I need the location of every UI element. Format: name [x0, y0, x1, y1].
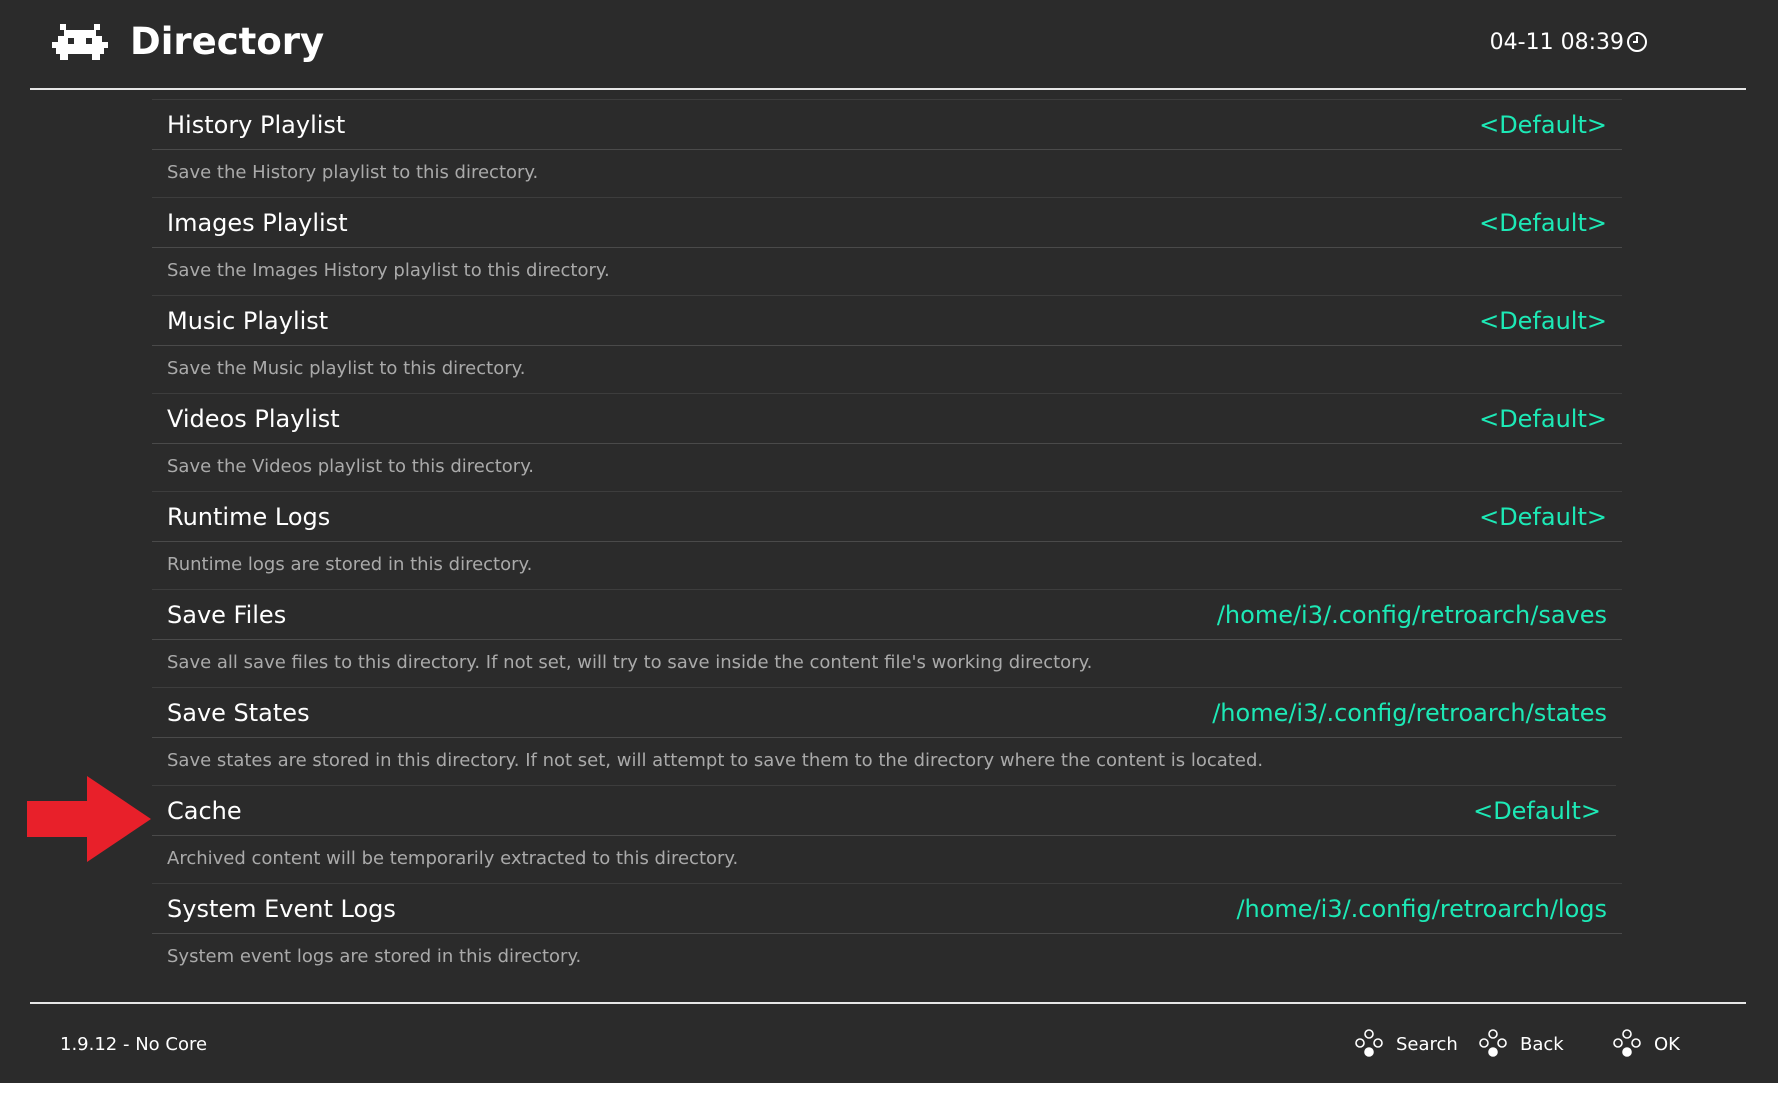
setting-row[interactable]: Save Files/home/i3/.config/retroarch/sav… [152, 589, 1622, 640]
setting-value[interactable]: <Default> [1479, 405, 1607, 433]
setting-description: Save the Videos playlist to this directo… [167, 456, 535, 477]
setting-row[interactable]: Music Playlist <Default> [152, 295, 1622, 346]
setting-label: Music Playlist [167, 307, 329, 335]
hint-ok[interactable]: OK [1612, 1028, 1698, 1058]
setting-value[interactable]: /home/i3/.config/retroarch/states [1212, 699, 1607, 727]
setting-description: Save the Music playlist to this director… [167, 358, 526, 379]
hint-label: OK [1654, 1034, 1680, 1055]
setting-value[interactable]: <Default> [1479, 111, 1607, 139]
settings-list: History Playlist <Default> Save the Histor… [152, 99, 1622, 981]
gamepad-buttons-icon [1613, 1029, 1641, 1057]
setting-description: System event logs are stored in this dir… [167, 946, 582, 967]
hint-label: Search [1396, 1034, 1458, 1055]
setting-label: Videos Playlist [167, 405, 340, 433]
setting-value[interactable]: <Default> [1479, 209, 1607, 237]
setting-item[interactable]: System Event Logs/home/i3/.config/retroa… [152, 883, 1622, 981]
setting-description: Save the Images History playlist to this… [167, 260, 610, 281]
setting-description: Save all save files to this directory. I… [167, 652, 1093, 673]
setting-row[interactable]: Cache <Default> [152, 785, 1616, 836]
setting-value[interactable]: /home/i3/.config/retroarch/saves [1217, 601, 1607, 629]
hint-label: Back [1520, 1034, 1564, 1055]
setting-row[interactable]: Save States/home/i3/.config/retroarch/st… [152, 687, 1622, 738]
setting-label: History Playlist [167, 111, 346, 139]
setting-item[interactable]: Images Playlist <Default> Save the Images … [152, 197, 1622, 295]
setting-item[interactable]: History Playlist <Default> Save the Histor… [152, 99, 1622, 197]
setting-label: Images Playlist [167, 209, 348, 237]
setting-item[interactable]: Save States/home/i3/.config/retroarch/st… [152, 687, 1622, 785]
footer: 1.9.12 - No Core Search Back OK [30, 1002, 1746, 1083]
version-label: 1.9.12 - No Core [60, 1034, 208, 1055]
setting-value[interactable]: /home/i3/.config/retroarch/logs [1236, 895, 1607, 923]
setting-description: Save states are stored in this directory… [167, 750, 1264, 771]
setting-description: Save the History playlist to this direct… [167, 162, 539, 183]
setting-description: Archived content will be temporarily ext… [167, 848, 739, 869]
setting-row[interactable]: System Event Logs/home/i3/.config/retroa… [152, 883, 1622, 934]
setting-row[interactable]: Videos Playlist <Default> [152, 393, 1622, 444]
setting-value[interactable]: <Default> [1479, 307, 1607, 335]
setting-item[interactable]: Videos Playlist <Default> Save the Videos … [152, 393, 1622, 491]
setting-value[interactable]: <Default> [1479, 503, 1607, 531]
page-title: Directory [130, 20, 325, 63]
setting-label: Cache [167, 797, 242, 825]
annotation-arrow [27, 776, 151, 862]
setting-value[interactable]: <Default> [1473, 797, 1601, 825]
hint-back[interactable]: Back [1478, 1028, 1590, 1058]
setting-label: Save Files [167, 601, 287, 629]
setting-label: Runtime Logs [167, 503, 331, 531]
setting-row[interactable]: Images Playlist <Default> [152, 197, 1622, 248]
setting-row[interactable]: Runtime Logs <Default> [152, 491, 1622, 542]
setting-item[interactable]: Save Files/home/i3/.config/retroarch/sav… [152, 589, 1622, 687]
setting-item[interactable]: Runtime Logs <Default> Runtime logs are st… [152, 491, 1622, 589]
retroarch-window: Directory 04-11 08:39 History Playlist <D… [0, 0, 1778, 1083]
setting-description: Runtime logs are stored in this director… [167, 554, 533, 575]
gamepad-buttons-icon [1355, 1029, 1383, 1057]
hint-search[interactable]: Search [1354, 1028, 1478, 1058]
retroarch-invader-icon [52, 24, 108, 60]
setting-item[interactable]: Cache <Default> Archived content will be t… [152, 785, 1622, 883]
setting-label: System Event Logs [167, 895, 396, 923]
setting-label: Save States [167, 699, 310, 727]
setting-item[interactable]: Music Playlist <Default> Save the Music pl… [152, 295, 1622, 393]
header: Directory 04-11 08:39 [30, 0, 1746, 90]
clock-text: 04-11 08:39 [1489, 30, 1624, 55]
setting-row[interactable]: History Playlist <Default> [152, 99, 1622, 150]
gamepad-buttons-icon [1479, 1029, 1507, 1057]
clock-icon [1627, 32, 1647, 52]
